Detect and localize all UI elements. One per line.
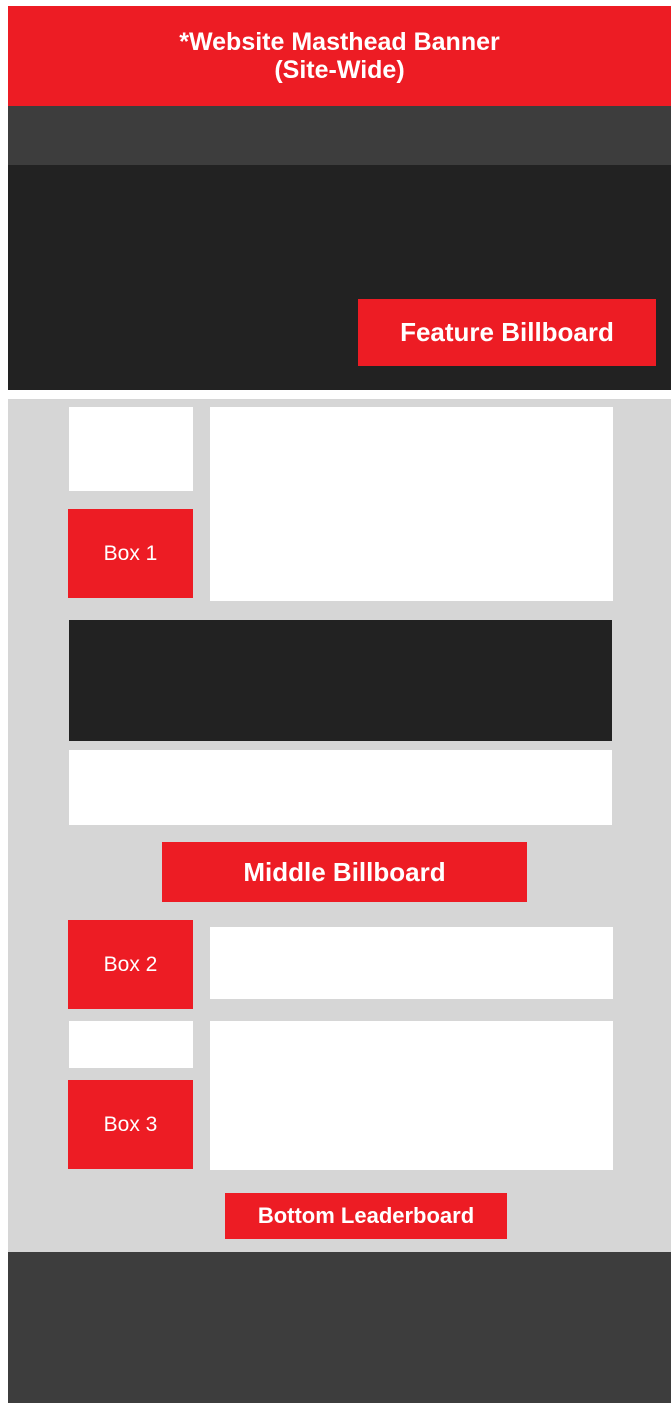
- footer: [8, 1252, 671, 1403]
- box-3-label: Box 3: [103, 1112, 158, 1136]
- bottom-leaderboard-label: Bottom Leaderboard: [257, 1203, 475, 1228]
- box-1-label: Box 1: [103, 541, 158, 565]
- feature-billboard: Feature Billboard: [358, 299, 656, 366]
- thumbnail-placeholder-2: [69, 1021, 193, 1068]
- masthead-subtitle: (Site-Wide): [274, 56, 405, 84]
- box-3: Box 3: [68, 1080, 193, 1169]
- thumbnail-placeholder-1: [69, 407, 193, 491]
- main-article-placeholder: [210, 407, 613, 601]
- box-2-label: Box 2: [103, 952, 158, 976]
- article-placeholder-3: [210, 1021, 613, 1170]
- middle-billboard: Middle Billboard: [162, 842, 527, 902]
- bottom-leaderboard: Bottom Leaderboard: [225, 1193, 507, 1239]
- box-1: Box 1: [68, 509, 193, 598]
- wide-content-placeholder: [69, 750, 612, 825]
- article-placeholder-2: [210, 927, 613, 999]
- masthead-banner: *Website Masthead Banner (Site-Wide): [8, 6, 671, 106]
- dark-content-block: [69, 620, 612, 741]
- nav-bar: [8, 106, 671, 165]
- box-2: Box 2: [68, 920, 193, 1009]
- middle-billboard-label: Middle Billboard: [243, 856, 446, 887]
- feature-billboard-label: Feature Billboard: [400, 317, 614, 347]
- masthead-title: *Website Masthead Banner: [179, 28, 500, 56]
